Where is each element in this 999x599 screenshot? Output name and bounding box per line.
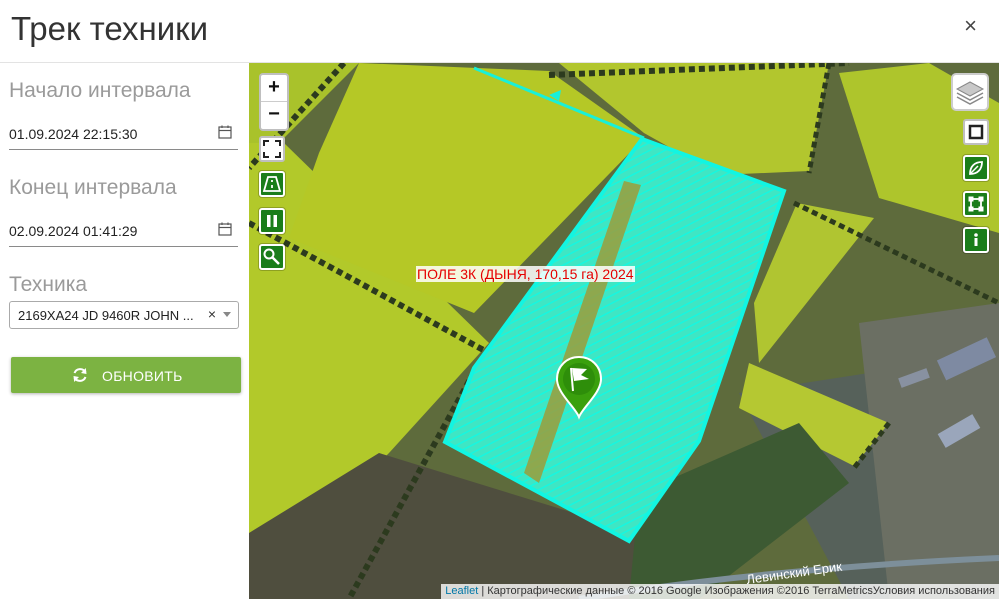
road-icon bbox=[262, 176, 282, 192]
info-icon bbox=[974, 233, 978, 246]
vehicle-label: Техника bbox=[9, 273, 88, 296]
end-interval-label: Конец интервала bbox=[9, 176, 177, 199]
zoom-control: + − bbox=[259, 73, 289, 131]
start-interval-field[interactable]: 01.09.2024 22:15:30 bbox=[9, 117, 238, 150]
layers-icon bbox=[955, 81, 985, 105]
vehicle-select[interactable]: 2169XA24 JD 9460R JOHN ... × bbox=[9, 301, 239, 329]
vehicle-select-value: 2169XA24 JD 9460R JOHN ... bbox=[18, 308, 194, 323]
polygon-icon bbox=[968, 196, 984, 212]
track-map[interactable]: Левинский Ерик + − ПОЛЕ 3К (ДЫНЯ, 170,15… bbox=[249, 63, 999, 599]
zoom-out-button[interactable]: − bbox=[261, 102, 287, 128]
start-interval-value: 01.09.2024 22:15:30 bbox=[9, 126, 138, 142]
end-interval-field[interactable]: 02.09.2024 01:41:29 bbox=[9, 214, 238, 247]
field-name-label: ПОЛЕ 3К (ДЫНЯ, 170,15 га) 2024 bbox=[416, 266, 635, 282]
search-button[interactable] bbox=[259, 244, 285, 270]
chevron-down-icon[interactable] bbox=[223, 312, 231, 317]
info-button[interactable] bbox=[963, 227, 989, 253]
track-modal: Трек техники × Начало интервала 01.09.20… bbox=[0, 0, 999, 599]
fullscreen-button[interactable] bbox=[259, 136, 285, 162]
pause-icon bbox=[267, 215, 277, 227]
frame-icon bbox=[968, 124, 984, 140]
leaf-button[interactable] bbox=[963, 155, 989, 181]
start-interval-label: Начало интервала bbox=[9, 79, 191, 102]
modal-title: Трек техники bbox=[11, 10, 209, 47]
close-button[interactable]: × bbox=[964, 14, 977, 38]
refresh-icon bbox=[73, 368, 87, 382]
search-icon bbox=[263, 248, 280, 265]
modal-header: Трек техники × bbox=[0, 0, 999, 63]
layers-button[interactable] bbox=[951, 73, 989, 111]
refresh-button[interactable]: ОБНОВИТЬ bbox=[11, 357, 241, 393]
leaf-icon bbox=[969, 161, 983, 175]
map-attribution: Leaflet | Картографические данные © 2016… bbox=[441, 584, 999, 599]
attribution-text: | Картографические данные © 2016 Google … bbox=[478, 585, 995, 597]
refresh-button-label: ОБНОВИТЬ bbox=[102, 368, 183, 384]
filter-sidebar: Начало интервала 01.09.2024 22:15:30 Кон… bbox=[0, 63, 249, 599]
road-button[interactable] bbox=[259, 171, 285, 197]
satellite-imagery: Левинский Ерик bbox=[249, 63, 999, 599]
zoom-in-button[interactable]: + bbox=[261, 75, 287, 102]
square-button[interactable] bbox=[963, 119, 989, 145]
polygon-button[interactable] bbox=[963, 191, 989, 217]
fullscreen-icon bbox=[263, 140, 281, 158]
calendar-icon[interactable] bbox=[218, 125, 232, 139]
calendar-icon[interactable] bbox=[218, 222, 232, 236]
pause-button[interactable] bbox=[259, 208, 285, 234]
clear-selection-icon[interactable]: × bbox=[208, 306, 216, 322]
end-interval-value: 02.09.2024 01:41:29 bbox=[9, 223, 138, 239]
leaflet-link[interactable]: Leaflet bbox=[445, 585, 478, 597]
